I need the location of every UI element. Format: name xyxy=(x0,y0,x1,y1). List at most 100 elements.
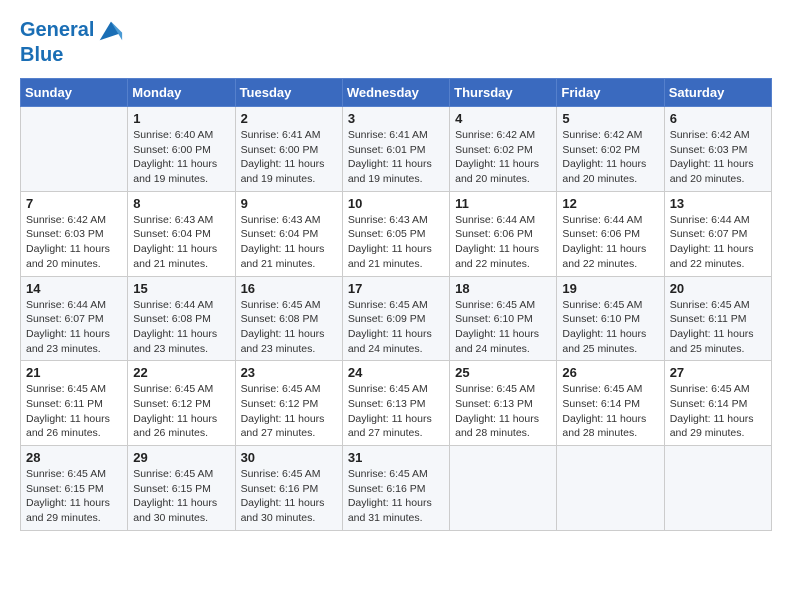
day-number: 24 xyxy=(348,365,444,380)
logo-blue: Blue xyxy=(20,44,124,66)
day-number: 22 xyxy=(133,365,229,380)
day-number: 1 xyxy=(133,111,229,126)
calendar-cell: 3 Sunrise: 6:41 AMSunset: 6:01 PMDaylight… xyxy=(342,107,449,192)
calendar-cell: 29 Sunrise: 6:45 AMSunset: 6:15 PMDayligh… xyxy=(128,446,235,531)
calendar-cell: 21 Sunrise: 6:45 AMSunset: 6:11 PMDayligh… xyxy=(21,361,128,446)
calendar-cell: 18 Sunrise: 6:45 AMSunset: 6:10 PMDayligh… xyxy=(450,276,557,361)
calendar-cell: 13 Sunrise: 6:44 AMSunset: 6:07 PMDayligh… xyxy=(664,191,771,276)
cell-info: Sunrise: 6:43 AMSunset: 6:04 PMDaylight:… xyxy=(241,213,337,272)
cell-info: Sunrise: 6:42 AMSunset: 6:03 PMDaylight:… xyxy=(670,128,766,187)
day-number: 13 xyxy=(670,196,766,211)
day-number: 31 xyxy=(348,450,444,465)
day-number: 28 xyxy=(26,450,122,465)
weekday-header-wednesday: Wednesday xyxy=(342,79,449,107)
calendar-cell: 27 Sunrise: 6:45 AMSunset: 6:14 PMDayligh… xyxy=(664,361,771,446)
calendar-cell xyxy=(664,446,771,531)
day-number: 15 xyxy=(133,281,229,296)
day-number: 19 xyxy=(562,281,658,296)
calendar-cell: 23 Sunrise: 6:45 AMSunset: 6:12 PMDayligh… xyxy=(235,361,342,446)
day-number: 6 xyxy=(670,111,766,126)
cell-info: Sunrise: 6:45 AMSunset: 6:12 PMDaylight:… xyxy=(133,382,229,441)
day-number: 27 xyxy=(670,365,766,380)
day-number: 10 xyxy=(348,196,444,211)
day-number: 17 xyxy=(348,281,444,296)
cell-info: Sunrise: 6:42 AMSunset: 6:02 PMDaylight:… xyxy=(562,128,658,187)
calendar-cell: 30 Sunrise: 6:45 AMSunset: 6:16 PMDayligh… xyxy=(235,446,342,531)
logo-icon xyxy=(96,16,124,44)
day-number: 14 xyxy=(26,281,122,296)
cell-info: Sunrise: 6:44 AMSunset: 6:07 PMDaylight:… xyxy=(670,213,766,272)
calendar-cell: 24 Sunrise: 6:45 AMSunset: 6:13 PMDayligh… xyxy=(342,361,449,446)
calendar-cell: 15 Sunrise: 6:44 AMSunset: 6:08 PMDayligh… xyxy=(128,276,235,361)
day-number: 3 xyxy=(348,111,444,126)
day-number: 30 xyxy=(241,450,337,465)
day-number: 7 xyxy=(26,196,122,211)
day-number: 18 xyxy=(455,281,551,296)
cell-info: Sunrise: 6:43 AMSunset: 6:04 PMDaylight:… xyxy=(133,213,229,272)
cell-info: Sunrise: 6:45 AMSunset: 6:15 PMDaylight:… xyxy=(26,467,122,526)
cell-info: Sunrise: 6:45 AMSunset: 6:08 PMDaylight:… xyxy=(241,298,337,357)
calendar-cell: 1 Sunrise: 6:40 AMSunset: 6:00 PMDaylight… xyxy=(128,107,235,192)
calendar-cell: 20 Sunrise: 6:45 AMSunset: 6:11 PMDayligh… xyxy=(664,276,771,361)
calendar-cell: 4Sunrise: 6:42 AMSunset: 6:02 PMDaylight… xyxy=(450,107,557,192)
calendar-cell: 11 Sunrise: 6:44 AMSunset: 6:06 PMDayligh… xyxy=(450,191,557,276)
calendar-cell: 26Sunrise: 6:45 AMSunset: 6:14 PMDayligh… xyxy=(557,361,664,446)
logo-general: General xyxy=(20,19,94,41)
day-number: 29 xyxy=(133,450,229,465)
logo: General Blue xyxy=(20,16,124,66)
cell-info: Sunrise: 6:44 AMSunset: 6:07 PMDaylight:… xyxy=(26,298,122,357)
calendar-cell: 7Sunrise: 6:42 AMSunset: 6:03 PMDaylight… xyxy=(21,191,128,276)
cell-info: Sunrise: 6:45 AMSunset: 6:13 PMDaylight:… xyxy=(455,382,551,441)
day-number: 21 xyxy=(26,365,122,380)
weekday-header-sunday: Sunday xyxy=(21,79,128,107)
weekday-header-monday: Monday xyxy=(128,79,235,107)
cell-info: Sunrise: 6:45 AMSunset: 6:13 PMDaylight:… xyxy=(348,382,444,441)
day-number: 8 xyxy=(133,196,229,211)
day-number: 20 xyxy=(670,281,766,296)
cell-info: Sunrise: 6:41 AMSunset: 6:01 PMDaylight:… xyxy=(348,128,444,187)
cell-info: Sunrise: 6:45 AMSunset: 6:10 PMDaylight:… xyxy=(455,298,551,357)
calendar-table: SundayMondayTuesdayWednesdayThursdayFrid… xyxy=(20,78,772,531)
day-number: 25 xyxy=(455,365,551,380)
calendar-cell: 12 Sunrise: 6:44 AMSunset: 6:06 PMDayligh… xyxy=(557,191,664,276)
day-number: 23 xyxy=(241,365,337,380)
calendar-cell: 8 Sunrise: 6:43 AMSunset: 6:04 PMDaylight… xyxy=(128,191,235,276)
calendar-cell: 6 Sunrise: 6:42 AMSunset: 6:03 PMDaylight… xyxy=(664,107,771,192)
day-number: 5 xyxy=(562,111,658,126)
cell-info: Sunrise: 6:45 AMSunset: 6:14 PMDaylight:… xyxy=(670,382,766,441)
weekday-header-thursday: Thursday xyxy=(450,79,557,107)
calendar-cell: 16Sunrise: 6:45 AMSunset: 6:08 PMDayligh… xyxy=(235,276,342,361)
cell-info: Sunrise: 6:44 AMSunset: 6:06 PMDaylight:… xyxy=(455,213,551,272)
cell-info: Sunrise: 6:44 AMSunset: 6:08 PMDaylight:… xyxy=(133,298,229,357)
calendar-cell: 14 Sunrise: 6:44 AMSunset: 6:07 PMDayligh… xyxy=(21,276,128,361)
calendar-cell: 22 Sunrise: 6:45 AMSunset: 6:12 PMDayligh… xyxy=(128,361,235,446)
calendar-cell xyxy=(557,446,664,531)
weekday-header-friday: Friday xyxy=(557,79,664,107)
day-number: 4 xyxy=(455,111,551,126)
cell-info: Sunrise: 6:45 AMSunset: 6:11 PMDaylight:… xyxy=(670,298,766,357)
cell-info: Sunrise: 6:45 AMSunset: 6:09 PMDaylight:… xyxy=(348,298,444,357)
page-header: General Blue xyxy=(20,16,772,66)
calendar-cell: 17 Sunrise: 6:45 AMSunset: 6:09 PMDayligh… xyxy=(342,276,449,361)
cell-info: Sunrise: 6:45 AMSunset: 6:11 PMDaylight:… xyxy=(26,382,122,441)
calendar-cell xyxy=(21,107,128,192)
weekday-header-saturday: Saturday xyxy=(664,79,771,107)
cell-info: Sunrise: 6:44 AMSunset: 6:06 PMDaylight:… xyxy=(562,213,658,272)
cell-info: Sunrise: 6:45 AMSunset: 6:12 PMDaylight:… xyxy=(241,382,337,441)
cell-info: Sunrise: 6:40 AMSunset: 6:00 PMDaylight:… xyxy=(133,128,229,187)
calendar-cell: 28 Sunrise: 6:45 AMSunset: 6:15 PMDayligh… xyxy=(21,446,128,531)
cell-info: Sunrise: 6:41 AMSunset: 6:00 PMDaylight:… xyxy=(241,128,337,187)
calendar-cell: 2 Sunrise: 6:41 AMSunset: 6:00 PMDaylight… xyxy=(235,107,342,192)
cell-info: Sunrise: 6:45 AMSunset: 6:10 PMDaylight:… xyxy=(562,298,658,357)
day-number: 12 xyxy=(562,196,658,211)
day-number: 11 xyxy=(455,196,551,211)
cell-info: Sunrise: 6:45 AMSunset: 6:15 PMDaylight:… xyxy=(133,467,229,526)
calendar-cell xyxy=(450,446,557,531)
calendar-cell: 19 Sunrise: 6:45 AMSunset: 6:10 PMDayligh… xyxy=(557,276,664,361)
cell-info: Sunrise: 6:45 AMSunset: 6:16 PMDaylight:… xyxy=(348,467,444,526)
calendar-cell: 25 Sunrise: 6:45 AMSunset: 6:13 PMDayligh… xyxy=(450,361,557,446)
weekday-header-tuesday: Tuesday xyxy=(235,79,342,107)
calendar-cell: 31 Sunrise: 6:45 AMSunset: 6:16 PMDayligh… xyxy=(342,446,449,531)
cell-info: Sunrise: 6:45 AMSunset: 6:16 PMDaylight:… xyxy=(241,467,337,526)
day-number: 2 xyxy=(241,111,337,126)
